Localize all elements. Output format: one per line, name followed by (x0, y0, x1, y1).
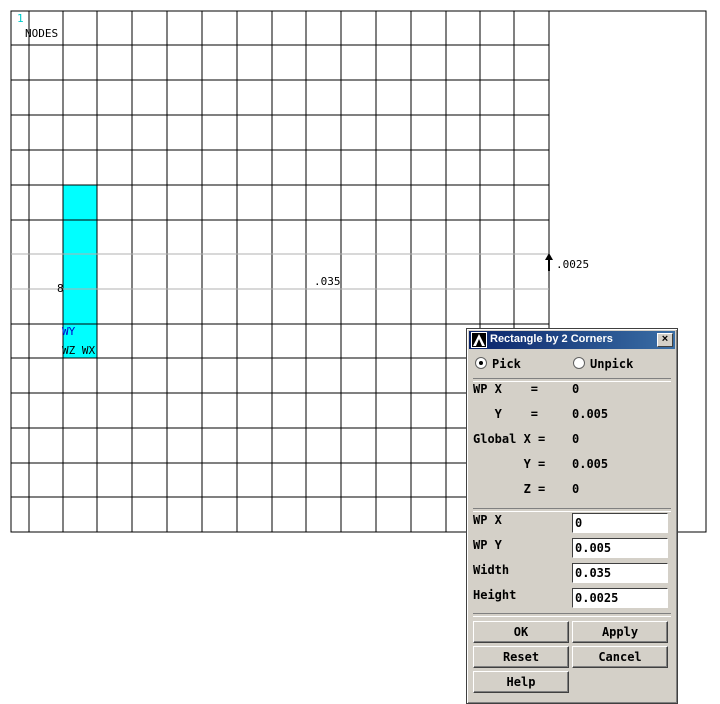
separator (473, 508, 671, 512)
wp-x-input[interactable] (572, 513, 668, 533)
apply-button[interactable]: Apply (572, 621, 668, 643)
wp-origin-marker: 8 (57, 282, 64, 295)
pick-label: Pick (492, 357, 521, 371)
info-global-y-label: Y = (473, 457, 546, 471)
cancel-button[interactable]: Cancel (572, 646, 668, 668)
info-global-z-value: 0 (572, 482, 580, 496)
height-input[interactable] (572, 588, 668, 608)
info-global-z-label: Z = (473, 482, 546, 496)
info-global-y-value: 0.005 (572, 457, 609, 471)
info-wp-y-value: 0.005 (572, 407, 609, 421)
ok-button[interactable]: OK (473, 621, 569, 643)
close-button[interactable]: × (657, 333, 673, 347)
rectangle-by-2-corners-dialog: Rectangle by 2 Corners × Pick Unpick WP … (466, 328, 678, 704)
separator (473, 613, 671, 617)
unpick-label: Unpick (590, 357, 634, 371)
width-field-label: Width (473, 563, 510, 577)
info-wp-y-label: Y = (473, 407, 539, 421)
info-global-x-value: 0 (572, 432, 580, 446)
height-dimension-label: .0025 (556, 258, 590, 271)
wp-y-axis-label: WY (62, 325, 76, 338)
unpick-radio[interactable]: Unpick (573, 356, 633, 371)
width-input[interactable] (572, 563, 668, 583)
nodes-label: NODES (25, 27, 59, 40)
dialog-title-bar[interactable]: Rectangle by 2 Corners × (469, 331, 675, 349)
wp-x-field-label: WP X (473, 513, 502, 527)
info-wp-x-value: 0 (572, 382, 580, 396)
wp-zx-axis-label: WZ WX (62, 344, 96, 357)
wp-y-input[interactable] (572, 538, 668, 558)
height-field-label: Height (473, 588, 517, 602)
info-wp-x-label: WP X = (473, 382, 539, 396)
reset-button[interactable]: Reset (473, 646, 569, 668)
info-global-x-label: Global X = (473, 432, 546, 446)
radio-unselected-icon (573, 357, 585, 369)
radio-selected-icon (475, 357, 487, 369)
dialog-title: Rectangle by 2 Corners (490, 333, 613, 345)
width-dimension-label: .035 (314, 275, 341, 288)
window-number: 1 (17, 12, 24, 25)
help-button[interactable]: Help (473, 671, 569, 693)
ansys-logo-icon (471, 332, 487, 348)
pick-radio[interactable]: Pick (475, 356, 521, 371)
wp-y-field-label: WP Y (473, 538, 502, 552)
